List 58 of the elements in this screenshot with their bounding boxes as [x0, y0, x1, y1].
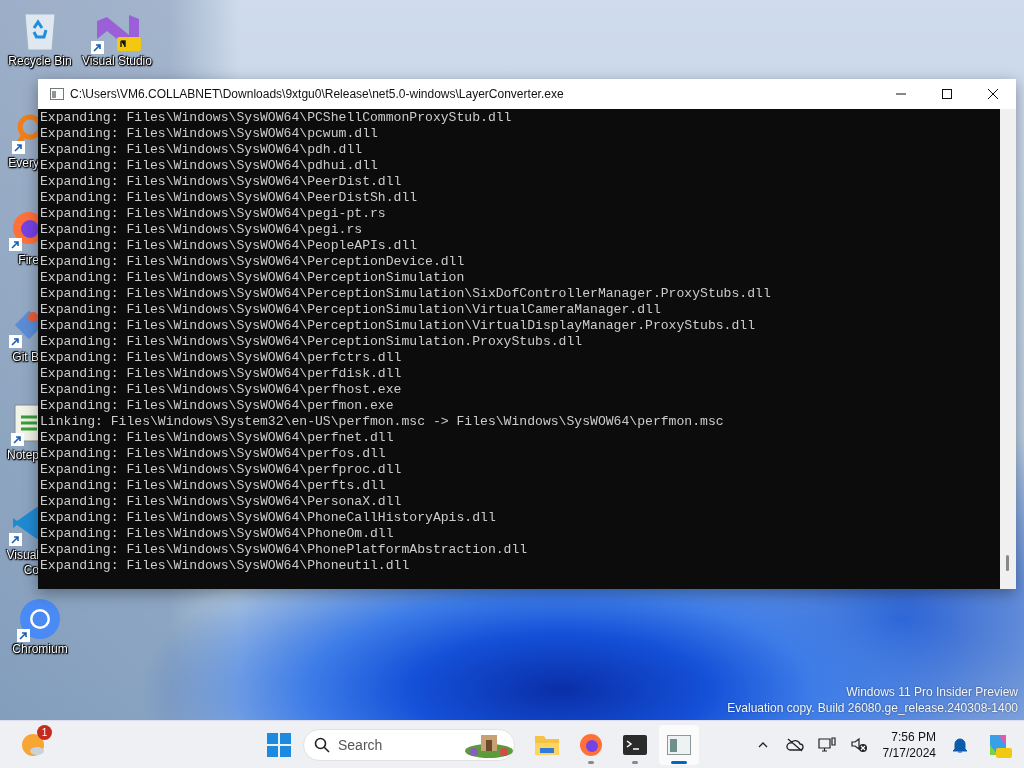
console-line: Expanding: Files\Windows\SysWOW64\PerceptionDevice.dll	[40, 254, 465, 270]
console-line: Expanding: Files\Windows\SysWOW64\PhoneCallHistoryApis.dll	[40, 510, 496, 526]
desktop-icon-label[interactable]: Co	[23, 563, 39, 578]
chevron-up-icon	[757, 741, 768, 748]
console-line: Expanding: Files\Windows\SysWOW64\pegi-pt.rs	[40, 206, 386, 222]
console-line: Expanding: Files\Windows\SysWOW64\perfos.dll	[40, 446, 386, 462]
maximize-icon	[942, 89, 952, 99]
console-line: Expanding: Files\Windows\SysWOW64\PerceptionSimulation\VirtualCameraManager.dll	[40, 302, 661, 318]
console-line: Expanding: Files\Windows\SysWOW64\perfmon.exe	[40, 398, 394, 414]
watermark-text: Evaluation copy. Build 26080.ge_release.240308-1400	[727, 700, 1018, 716]
desktop-icon-label[interactable]: Visual Studio	[82, 54, 152, 69]
terminal-icon	[623, 734, 647, 755]
console-line: Expanding: Files\Windows\SysWOW64\perfdisk.dll	[40, 366, 402, 382]
firefox-icon	[579, 732, 603, 757]
console-line: Expanding: Files\Windows\SysWOW64\perfctrs.dll	[40, 350, 402, 366]
console-app-icon	[50, 88, 64, 100]
window-title: C:\Users\VM6.COLLABNET\Downloads\9xtgu0\Release\net5.0-windows\LayerConverter.exe	[70, 87, 565, 101]
taskbar-app-button[interactable]	[659, 724, 699, 765]
scrollbar[interactable]	[1000, 109, 1016, 589]
console-app-icon	[667, 734, 691, 755]
console-line: Expanding: Files\Windows\SysWOW64\PeerDistSh.dll	[40, 190, 418, 206]
desktop-icon-label[interactable]: Git B	[12, 350, 39, 365]
console-line: Expanding: Files\Windows\SysWOW64\PerceptionSimulation	[40, 270, 465, 286]
console-line: Expanding: Files\Windows\SysWOW64\PCShellCommonProxyStub.dll	[40, 110, 512, 126]
desktop-icon-label[interactable]: Chromium	[12, 642, 68, 657]
console-line: Expanding: Files\Windows\SysWOW64\PerceptionSimulation.ProxyStubs.dll	[40, 334, 583, 350]
console-line: Expanding: Files\Windows\SysWOW64\PerceptionSimulation\VirtualDisplayManager.ProxyStubs.dll	[40, 318, 756, 334]
console-line: Linking: Files\Windows\System32\en-US\perfmon.msc -> Files\Windows\SysWOW64\perfmon.msc	[40, 414, 724, 430]
console-line: Expanding: Files\Windows\SysWOW64\PhonePlatformAbstraction.dll	[40, 542, 528, 558]
desktop-icon-label[interactable]: Notep	[6, 448, 39, 463]
notification-badge: 1	[37, 724, 52, 740]
desktop-icon-label[interactable]: Visual	[6, 548, 39, 563]
console-line: Expanding: Files\Windows\SysWOW64\PhoneOm.dll	[40, 526, 394, 542]
close-icon	[988, 89, 998, 99]
console-line: Expanding: Files\Windows\SysWOW64\PeerDist.dll	[40, 174, 402, 190]
desktop-icon-label[interactable]: Fire	[18, 253, 39, 268]
search-icon	[314, 736, 330, 753]
console-line: Expanding: Files\Windows\SysWOW64\PeopleAPIs.dll	[40, 238, 418, 254]
scrollbar-thumb[interactable]	[1006, 555, 1009, 571]
desktop-icon-label[interactable]: Recycle Bin	[8, 54, 72, 69]
console-line: Expanding: Files\Windows\SysWOW64\perfts.dll	[40, 478, 386, 494]
console-line: Expanding: Files\Windows\SysWOW64\pdh.dll	[40, 142, 363, 158]
console-line: Expanding: Files\Windows\SysWOW64\perfnet.dll	[40, 430, 394, 446]
console-line: Expanding: Files\Windows\SysWOW64\PerceptionSimulation\SixDofControllerManager.ProxyStubs.dll	[40, 286, 771, 302]
console-line: Expanding: Files\Windows\SysWOW64\pdhui.dll	[40, 158, 378, 174]
console-line: Expanding: Files\Windows\SysWOW64\pegi.rs	[40, 222, 363, 238]
watermark-text: Windows 11 Pro Insider Preview	[845, 684, 1018, 700]
windows-logo-icon	[267, 732, 291, 757]
console-line: Expanding: Files\Windows\SysWOW64\perfproc.dll	[40, 462, 402, 478]
search-field[interactable]: Search	[303, 728, 515, 761]
console-line: Expanding: Files\Windows\SysWOW64\perfhost.exe	[40, 382, 402, 398]
clock-button[interactable]: 7:56 PM 7/17/2024	[878, 728, 940, 761]
folder-icon	[534, 733, 560, 756]
console-line: Expanding: Files\Windows\SysWOW64\pcwum.dll	[40, 126, 378, 142]
chromium-icon	[19, 598, 61, 640]
console-line: Expanding: Files\Windows\SysWOW64\PersonaX.dll	[40, 494, 402, 510]
console-line: Expanding: Files\Windows\SysWOW64\Phoneutil.dll	[40, 558, 410, 574]
desktop-icon-label[interactable]: Every	[8, 156, 39, 171]
